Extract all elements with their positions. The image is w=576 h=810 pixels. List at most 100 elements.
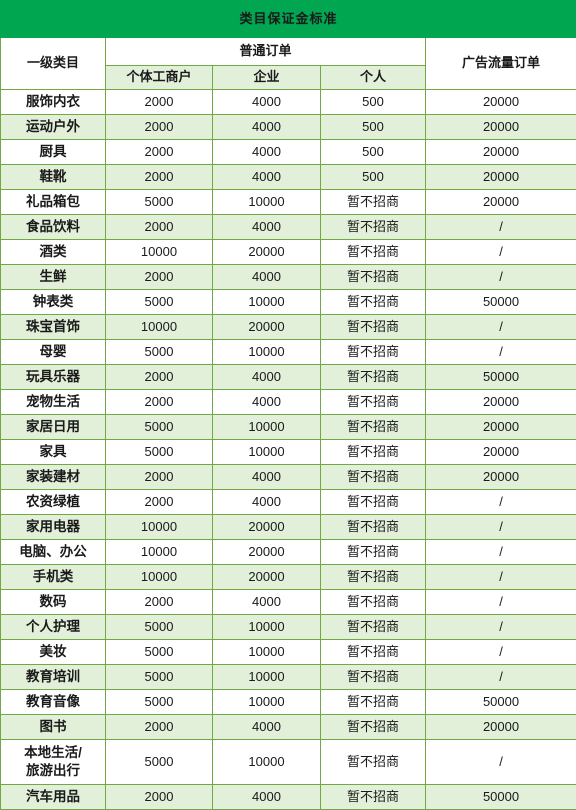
cell-ad-traffic: 20000 [426, 115, 576, 140]
cell-individual: 2000 [106, 115, 213, 140]
table-header: 类目保证金标准 一级类目 普通订单 广告流量订单 个体工商户 企业 个人 [1, 1, 576, 90]
table-row: 母婴500010000暂不招商/ [1, 340, 576, 365]
cell-category: 电脑、办公 [1, 540, 106, 565]
cell-enterprise: 4000 [213, 215, 321, 240]
cell-individual: 2000 [106, 785, 213, 810]
cell-enterprise: 10000 [213, 740, 321, 785]
cell-category: 宠物生活 [1, 390, 106, 415]
cell-ad-traffic: 50000 [426, 290, 576, 315]
cell-enterprise: 10000 [213, 190, 321, 215]
cell-category: 生鲜 [1, 265, 106, 290]
table-row: 手机类1000020000暂不招商/ [1, 565, 576, 590]
header-category: 一级类目 [1, 38, 106, 90]
cell-ad-traffic: / [426, 265, 576, 290]
cell-ad-traffic: 50000 [426, 365, 576, 390]
cell-individual: 2000 [106, 165, 213, 190]
cell-enterprise: 4000 [213, 785, 321, 810]
cell-individual: 2000 [106, 365, 213, 390]
cell-enterprise: 20000 [213, 515, 321, 540]
cell-enterprise: 4000 [213, 265, 321, 290]
cell-enterprise: 4000 [213, 115, 321, 140]
cell-ad-traffic: / [426, 740, 576, 785]
header-row-primary: 一级类目 普通订单 广告流量订单 [1, 38, 576, 66]
cell-individual: 2000 [106, 715, 213, 740]
cell-person: 暂不招商 [321, 615, 426, 640]
table-row: 个人护理500010000暂不招商/ [1, 615, 576, 640]
cell-enterprise: 20000 [213, 315, 321, 340]
cell-individual: 10000 [106, 315, 213, 340]
table-row: 钟表类500010000暂不招商50000 [1, 290, 576, 315]
category-line: 本地生活/ [3, 744, 103, 762]
table-row: 数码20004000暂不招商/ [1, 590, 576, 615]
cell-individual: 10000 [106, 540, 213, 565]
cell-individual: 2000 [106, 140, 213, 165]
cell-person: 500 [321, 165, 426, 190]
cell-category: 家装建材 [1, 465, 106, 490]
cell-category: 鞋靴 [1, 165, 106, 190]
cell-ad-traffic: / [426, 315, 576, 340]
cell-ad-traffic: / [426, 215, 576, 240]
cell-category: 食品饮料 [1, 215, 106, 240]
cell-ad-traffic: / [426, 565, 576, 590]
header-sub-person: 个人 [321, 66, 426, 90]
header-sub-individual: 个体工商户 [106, 66, 213, 90]
cell-ad-traffic: / [426, 640, 576, 665]
cell-individual: 5000 [106, 640, 213, 665]
category-line: 旅游出行 [3, 762, 103, 780]
cell-enterprise: 4000 [213, 715, 321, 740]
cell-category: 母婴 [1, 340, 106, 365]
cell-person: 暂不招商 [321, 715, 426, 740]
header-normal-order-group: 普通订单 [106, 38, 426, 66]
cell-individual: 10000 [106, 240, 213, 265]
cell-ad-traffic: / [426, 590, 576, 615]
cell-category: 珠宝首饰 [1, 315, 106, 340]
cell-person: 暂不招商 [321, 240, 426, 265]
table-row: 本地生活/旅游出行500010000暂不招商/ [1, 740, 576, 785]
cell-person: 暂不招商 [321, 415, 426, 440]
cell-enterprise: 10000 [213, 640, 321, 665]
cell-ad-traffic: / [426, 515, 576, 540]
table-row: 宠物生活20004000暂不招商20000 [1, 390, 576, 415]
header-sub-enterprise: 企业 [213, 66, 321, 90]
cell-ad-traffic: / [426, 540, 576, 565]
table-row: 厨具2000400050020000 [1, 140, 576, 165]
cell-individual: 5000 [106, 665, 213, 690]
cell-ad-traffic: / [426, 665, 576, 690]
table-row: 美妆500010000暂不招商/ [1, 640, 576, 665]
cell-category: 汽车用品 [1, 785, 106, 810]
cell-enterprise: 10000 [213, 690, 321, 715]
cell-person: 暂不招商 [321, 565, 426, 590]
cell-category: 厨具 [1, 140, 106, 165]
table-row: 农资绿植20004000暂不招商/ [1, 490, 576, 515]
cell-enterprise: 4000 [213, 165, 321, 190]
cell-category: 家具 [1, 440, 106, 465]
cell-ad-traffic: 20000 [426, 90, 576, 115]
table-row: 家装建材20004000暂不招商20000 [1, 465, 576, 490]
table-body: 服饰内衣2000400050020000运动户外2000400050020000… [1, 90, 576, 810]
table-row: 食品饮料20004000暂不招商/ [1, 215, 576, 240]
cell-ad-traffic: 20000 [426, 440, 576, 465]
table-row: 生鲜20004000暂不招商/ [1, 265, 576, 290]
cell-enterprise: 4000 [213, 465, 321, 490]
cell-person: 暂不招商 [321, 315, 426, 340]
deposit-standard-table: 类目保证金标准 一级类目 普通订单 广告流量订单 个体工商户 企业 个人 服饰内… [0, 0, 576, 810]
cell-person: 暂不招商 [321, 590, 426, 615]
cell-category: 酒类 [1, 240, 106, 265]
cell-person: 暂不招商 [321, 190, 426, 215]
cell-category: 服饰内衣 [1, 90, 106, 115]
table-row: 服饰内衣2000400050020000 [1, 90, 576, 115]
cell-ad-traffic: 50000 [426, 785, 576, 810]
cell-enterprise: 10000 [213, 415, 321, 440]
cell-person: 暂不招商 [321, 665, 426, 690]
cell-category: 家用电器 [1, 515, 106, 540]
cell-person: 暂不招商 [321, 340, 426, 365]
cell-category: 礼品箱包 [1, 190, 106, 215]
cell-category: 手机类 [1, 565, 106, 590]
table-row: 鞋靴2000400050020000 [1, 165, 576, 190]
cell-person: 暂不招商 [321, 640, 426, 665]
cell-ad-traffic: 20000 [426, 415, 576, 440]
cell-person: 500 [321, 140, 426, 165]
cell-person: 暂不招商 [321, 390, 426, 415]
table-row: 电脑、办公1000020000暂不招商/ [1, 540, 576, 565]
cell-enterprise: 10000 [213, 665, 321, 690]
